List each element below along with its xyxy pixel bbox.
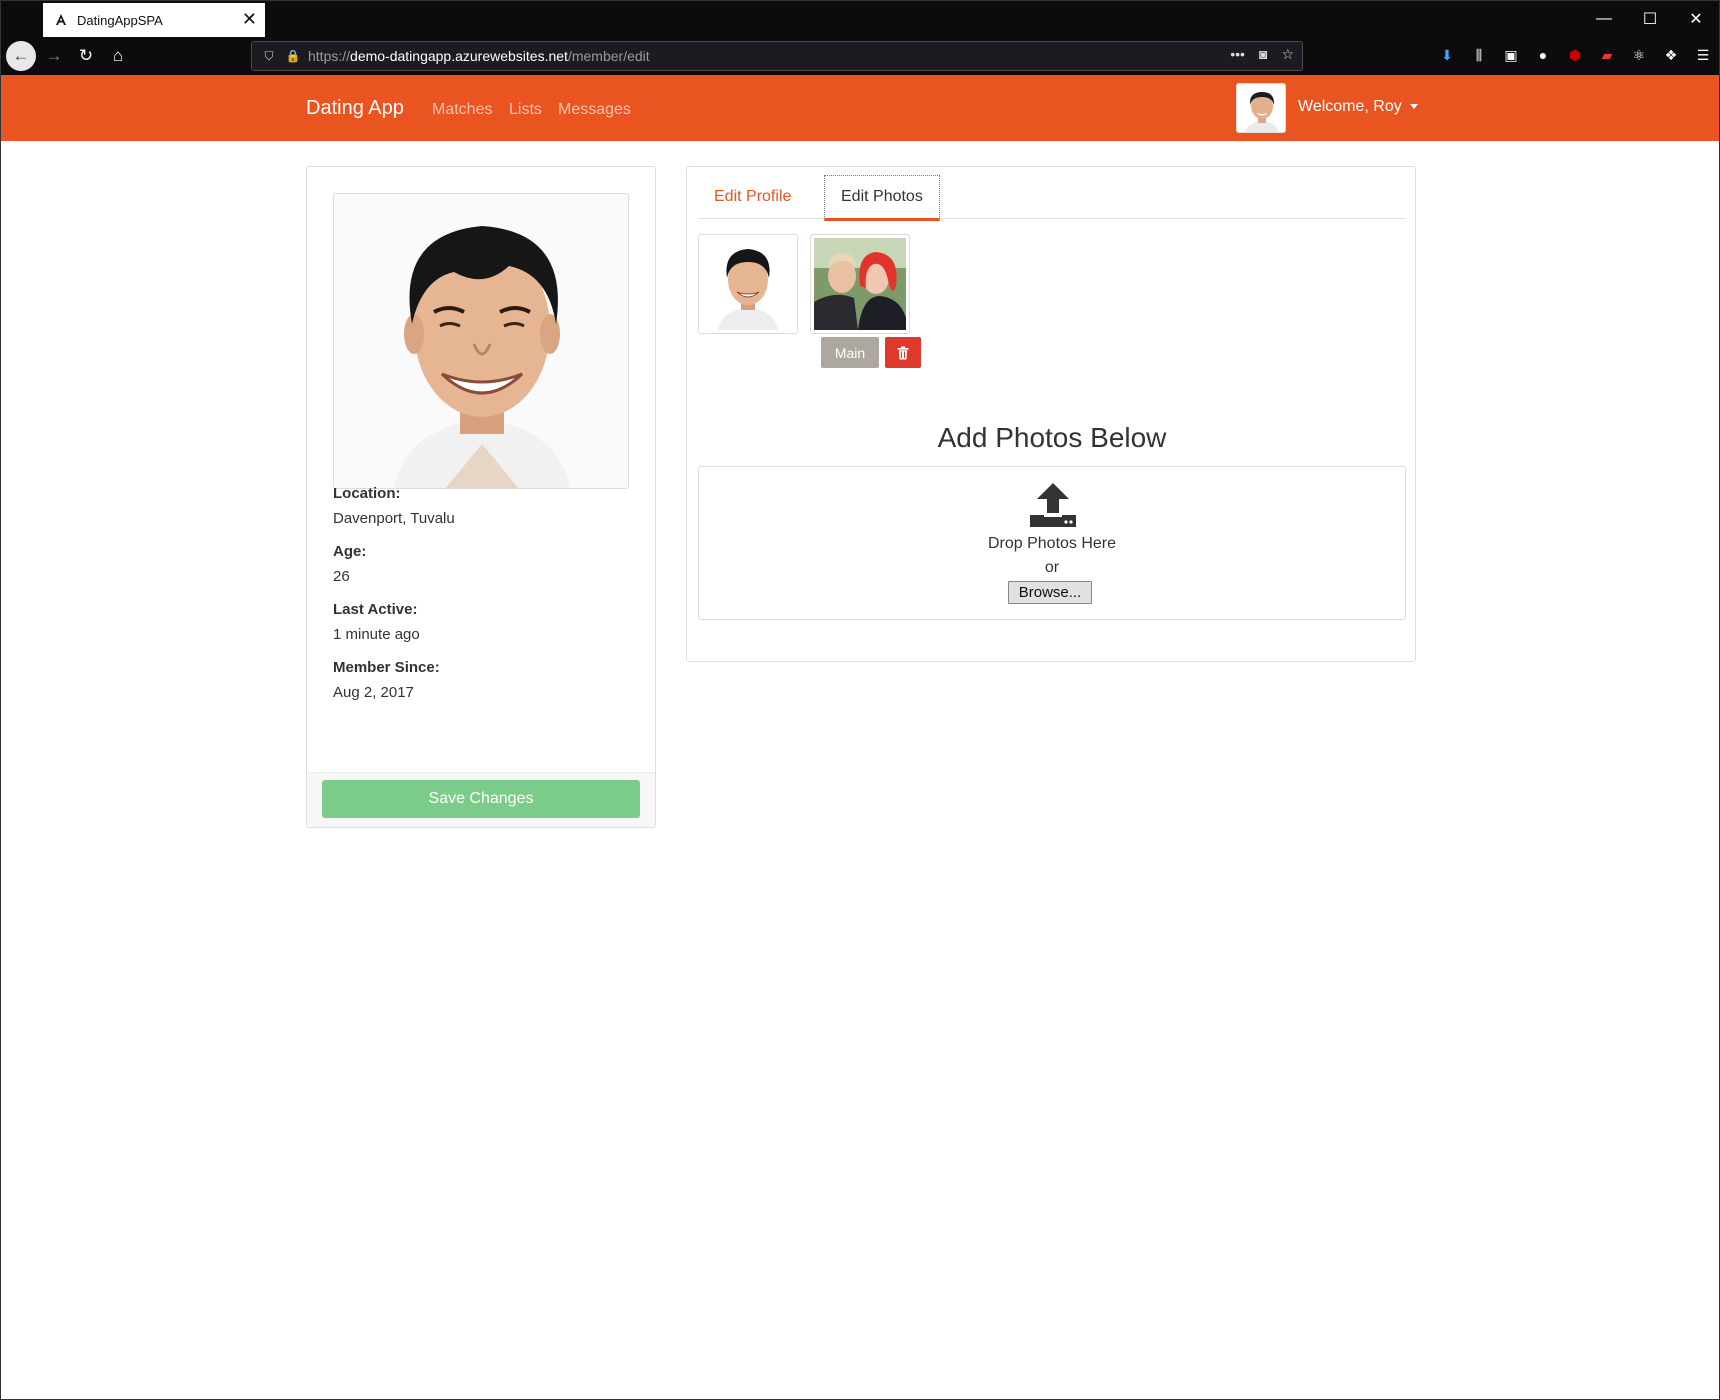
- age-value: 26: [333, 568, 350, 585]
- browser-tab[interactable]: DatingAppSPA ✕: [43, 3, 265, 37]
- photo-thumbnail-main: [698, 234, 798, 334]
- extension-red-icon[interactable]: ▰: [1597, 45, 1617, 65]
- url-path: /member/edit: [567, 48, 650, 64]
- home-icon[interactable]: ⌂: [103, 41, 133, 71]
- tab-edit-photos[interactable]: Edit Photos: [824, 175, 940, 221]
- forward-icon[interactable]: →: [39, 41, 69, 71]
- avatar: [1236, 83, 1286, 133]
- download-icon[interactable]: ⬇: [1437, 45, 1457, 65]
- photo-dropzone[interactable]: Drop Photos Here or Browse...: [698, 466, 1406, 620]
- tab-strip: DatingAppSPA ✕ — ☐ ✕: [1, 1, 1719, 37]
- url-host: demo-datingapp.azurewebsites.net: [350, 48, 568, 64]
- location-value: Davenport, Tuvalu: [333, 510, 455, 527]
- member-since-field: Member Since: Aug 2, 2017: [333, 659, 440, 701]
- lock-warning-icon: 🔒: [285, 49, 301, 63]
- save-changes-button[interactable]: Save Changes: [322, 780, 640, 818]
- profile-photo: [333, 193, 629, 489]
- page-actions-icon[interactable]: •••: [1230, 46, 1245, 63]
- browse-button[interactable]: Browse...: [1008, 581, 1092, 604]
- menu-icon[interactable]: ☰: [1693, 45, 1713, 65]
- shield-icon: ⛉: [264, 48, 274, 63]
- add-photos-heading: Add Photos Below: [937, 422, 1167, 453]
- ublock-icon[interactable]: ⬢: [1565, 45, 1585, 65]
- editor-tabs: Edit Profile Edit Photos: [698, 175, 1406, 221]
- app-navbar: Dating App Matches Lists Messages Welcom…: [1, 75, 1719, 141]
- age-field: Age: 26: [333, 543, 366, 585]
- browser-window: DatingAppSPA ✕ — ☐ ✕ ← → ↻ ⌂ ⛉ 🔒 https:/…: [0, 0, 1720, 1400]
- member-since-value: Aug 2, 2017: [333, 684, 414, 701]
- maximize-icon[interactable]: ☐: [1627, 1, 1673, 37]
- close-tab-icon[interactable]: ✕: [242, 9, 257, 29]
- or-text: or: [1044, 559, 1060, 576]
- tab-edit-profile[interactable]: Edit Profile: [698, 175, 807, 219]
- minimize-icon[interactable]: —: [1581, 1, 1627, 37]
- location-label: Location:: [333, 485, 401, 502]
- address-bar[interactable]: ⛉ 🔒 https://demo-datingapp.azurewebsites…: [251, 41, 1303, 71]
- last-active-field: Last Active: 1 minute ago: [333, 601, 420, 643]
- nav-messages[interactable]: Messages: [558, 101, 631, 119]
- welcome-text: Welcome, Roy: [1298, 98, 1402, 115]
- tab-title: DatingAppSPA: [77, 12, 163, 28]
- last-active-value: 1 minute ago: [333, 626, 420, 643]
- profile-card-footer: Save Changes: [307, 772, 655, 827]
- account-icon[interactable]: ●: [1533, 45, 1553, 65]
- pocket-icon[interactable]: ◙: [1259, 46, 1267, 63]
- window-close-icon[interactable]: ✕: [1673, 1, 1719, 37]
- user-dropdown[interactable]: Welcome, Roy: [1298, 98, 1418, 116]
- editor-card: Edit Profile Edit Photos Main Add Photos…: [686, 166, 1416, 662]
- last-active-label: Last Active:: [333, 601, 418, 618]
- url-scheme: https://: [308, 48, 351, 64]
- age-label: Age:: [333, 543, 367, 560]
- angular-icon: [53, 12, 69, 28]
- nav-matches[interactable]: Matches: [432, 101, 492, 119]
- photo-thumbnail-couple: [810, 234, 910, 334]
- bookmark-star-icon[interactable]: ☆: [1281, 46, 1294, 63]
- reload-icon[interactable]: ↻: [71, 41, 101, 71]
- location-field: Location: Davenport, Tuvalu: [333, 485, 455, 527]
- drop-photos-text: Drop Photos Here: [987, 535, 1117, 552]
- react-devtools-icon[interactable]: ⚛: [1629, 45, 1649, 65]
- sidebar-icon[interactable]: ▣: [1501, 45, 1521, 65]
- set-main-button[interactable]: Main: [821, 337, 879, 368]
- back-icon[interactable]: ←: [6, 41, 36, 71]
- trash-icon: [897, 346, 909, 359]
- upload-icon: [1030, 483, 1076, 527]
- browser-toolbar: ← → ↻ ⌂ ⛉ 🔒 https://demo-datingapp.azure…: [1, 37, 1719, 75]
- profile-card: Location: Davenport, Tuvalu Age: 26 Last…: [306, 166, 656, 828]
- delete-photo-button[interactable]: [885, 337, 921, 368]
- extensions-icon[interactable]: ❖: [1661, 45, 1681, 65]
- nav-lists[interactable]: Lists: [509, 101, 542, 119]
- library-icon[interactable]: ⫼: [1469, 45, 1489, 65]
- brand-link[interactable]: Dating App: [306, 97, 404, 120]
- caret-down-icon: [1409, 104, 1418, 110]
- member-since-label: Member Since:: [333, 659, 440, 676]
